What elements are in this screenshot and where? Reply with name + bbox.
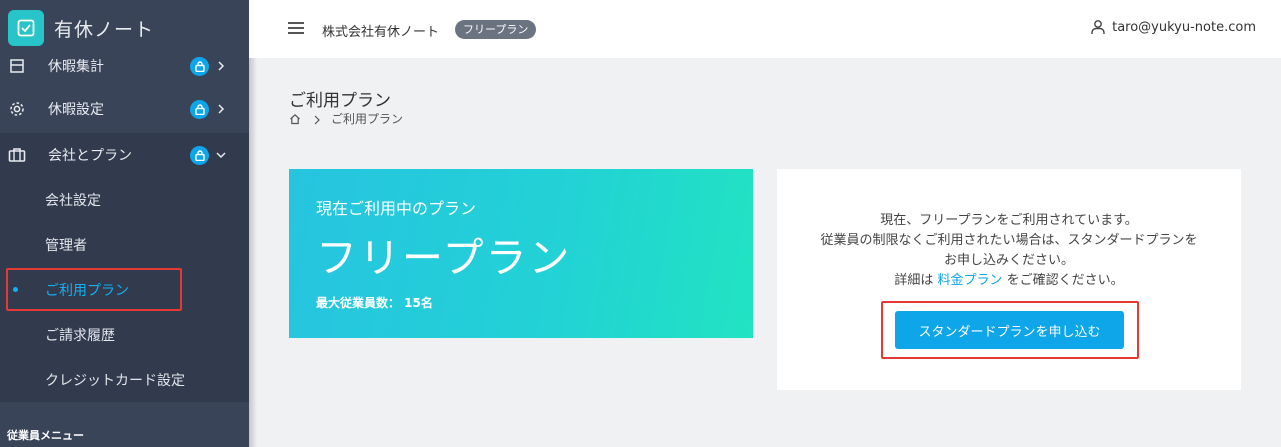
section-title-employee-menu: 従業員メニュー <box>7 429 84 442</box>
gear-icon <box>8 100 26 118</box>
current-plan-subtitle: 現在ご利用中のプラン <box>316 199 477 218</box>
app-name: 有休ノート <box>54 18 155 41</box>
plan-badge: フリープラン <box>455 20 537 39</box>
page-title: ご利用プラン <box>289 91 391 111</box>
info-line: お申し込みください。 <box>943 253 1074 268</box>
briefcase-icon <box>8 146 26 164</box>
apply-standard-plan-button[interactable]: スタンダードプランを申し込む <box>895 311 1124 349</box>
table-icon <box>8 57 26 75</box>
user-menu[interactable]: taro@yukyu-note.com <box>1090 19 1256 35</box>
subitem-billing-history[interactable]: ご請求履歴 <box>0 312 249 357</box>
lock-icon <box>190 99 209 119</box>
upgrade-info-text: 現在、フリープランをご利用されています。 従業員の制限なくご利用されたい場合は、… <box>777 211 1241 291</box>
subitem-company-settings[interactable]: 会社設定 <box>0 177 249 222</box>
subitem-usage-plan[interactable]: ご利用プラン <box>0 267 249 312</box>
subitem-label: クレジットカード設定 <box>45 372 185 389</box>
upgrade-info-card: 現在、フリープランをご利用されています。 従業員の制限なくご利用されたい場合は、… <box>777 169 1241 390</box>
hamburger-menu-icon[interactable] <box>287 20 305 36</box>
subitem-label: ご請求履歴 <box>45 327 115 344</box>
max-employees: 最大従業員数： 15名 <box>316 296 433 310</box>
brand[interactable]: 有休ノート <box>0 0 249 56</box>
checkbox-logo-icon <box>8 10 44 46</box>
subitem-label: 管理者 <box>45 237 87 254</box>
chevron-right-icon <box>216 61 226 71</box>
sidebar-item-leave-settings[interactable]: 休暇設定 <box>0 87 249 131</box>
info-line: 現在、フリープランをご利用されています。 <box>880 213 1138 228</box>
current-plan-card: 現在ご利用中のプラン フリープラン 最大従業員数： 15名 <box>289 169 753 338</box>
sidebar-item-label: 会社とプラン <box>48 148 132 164</box>
subitem-credit-card-settings[interactable]: クレジットカード設定 <box>0 357 249 402</box>
sidebar-item-label: 休暇設定 <box>48 102 104 118</box>
sidebar-item-company-plan[interactable]: 会社とプラン <box>0 133 249 177</box>
info-line: 従業員の制限なくご利用されたい場合は、スタンダードプランを <box>820 233 1198 248</box>
lock-icon <box>190 145 209 165</box>
sidebar: 有休ノート 休暇集計 休暇設定 会社とプラン 会社設定 管理者 ご利用プラン ご… <box>0 0 249 447</box>
breadcrumb-current: ご利用プラン <box>331 112 404 126</box>
subitem-label: 会社設定 <box>45 192 101 209</box>
chevron-down-icon <box>216 150 226 160</box>
top-header: 株式会社有休ノート フリープラン taro@yukyu-note.com <box>249 0 1281 58</box>
pricing-plan-link[interactable]: 料金プラン <box>937 273 1002 288</box>
sidebar-item-label: 休暇集計 <box>48 59 104 75</box>
subitem-label: ご利用プラン <box>45 282 129 299</box>
home-icon[interactable] <box>289 113 301 125</box>
sidebar-shadow <box>249 0 257 447</box>
chevron-right-icon <box>216 104 226 114</box>
info-suffix: をご確認ください。 <box>1002 273 1124 288</box>
submenu-company-plan: 会社設定 管理者 ご利用プラン ご請求履歴 クレジットカード設定 <box>0 177 249 402</box>
user-icon <box>1090 19 1106 35</box>
subitem-administrators[interactable]: 管理者 <box>0 222 249 267</box>
active-dot-icon <box>13 287 18 292</box>
lock-icon <box>190 56 209 76</box>
company-name: 株式会社有休ノート <box>322 25 440 40</box>
info-line: 詳細は 料金プラン をご確認ください。 <box>777 271 1241 291</box>
user-email: taro@yukyu-note.com <box>1112 19 1256 35</box>
info-prefix: 詳細は <box>894 273 938 288</box>
chevron-right-icon <box>313 114 321 124</box>
current-plan-name: フリープラン <box>316 234 572 282</box>
breadcrumb: ご利用プラン <box>289 110 403 127</box>
